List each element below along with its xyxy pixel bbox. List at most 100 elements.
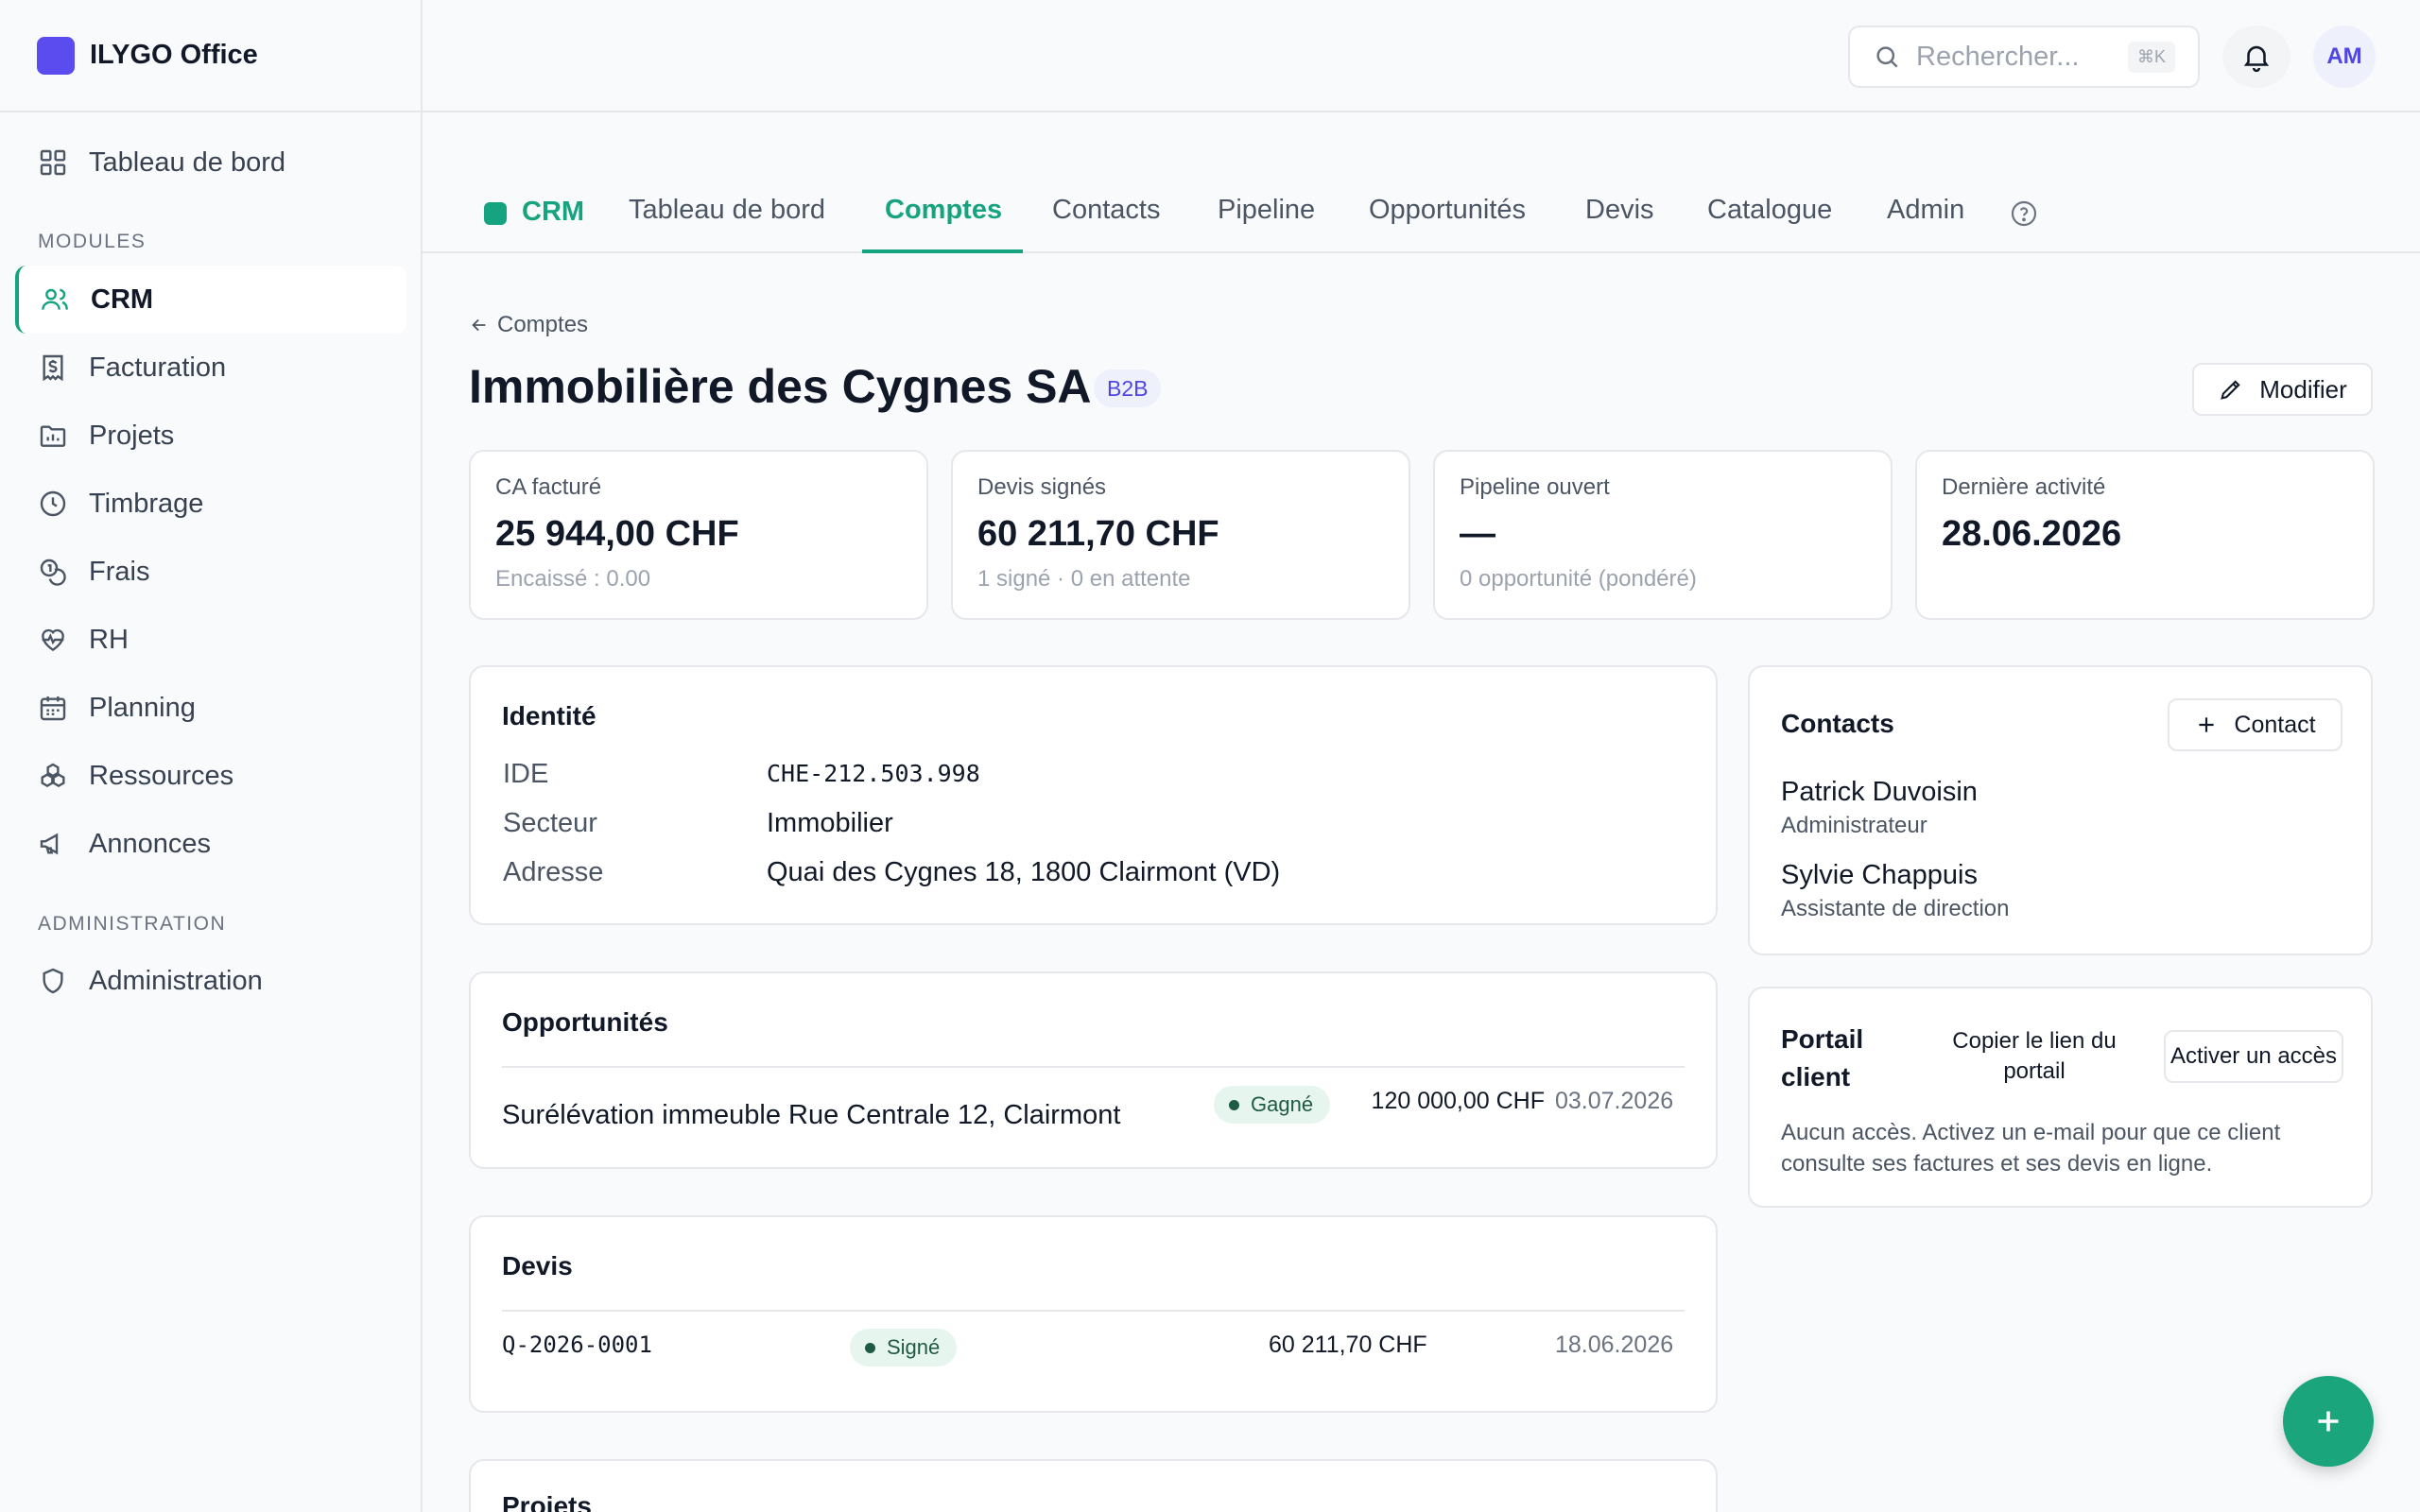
contacts-card: Contacts Contact Patrick Duvoisin Admini…	[1748, 665, 2373, 955]
opportunity-name[interactable]: Surélévation immeuble Rue Centrale 12, C…	[502, 1100, 1120, 1131]
sidebar-item-timbrage[interactable]: Timbrage	[15, 470, 406, 538]
boxes-icon	[38, 761, 68, 791]
stat-label: Dernière activité	[1942, 474, 2106, 500]
sidebar-item-administration[interactable]: Administration	[15, 947, 406, 1015]
stat-subtext: 0 opportunité (pondéré)	[1460, 566, 1697, 592]
section-label-administration: ADMINISTRATION	[38, 913, 227, 935]
sidebar-item-crm[interactable]: CRM	[15, 266, 406, 334]
field-label: Secteur	[503, 808, 597, 838]
copy-portal-link-button[interactable]: Copier le lien du portail	[1935, 1026, 2134, 1087]
avatar[interactable]: AM	[2313, 26, 2376, 88]
sidebar-item-label: CRM	[91, 284, 154, 315]
breadcrumb[interactable]: Comptes	[469, 312, 588, 338]
field-value-adresse: Quai des Cygnes 18, 1800 Clairmont (VD)	[767, 857, 1281, 887]
opportunities-card: Opportunités Surélévation immeuble Rue C…	[469, 971, 1718, 1169]
card-title: Devis	[502, 1251, 573, 1280]
stat-card-derniere-activite: Dernière activité 28.06.2026	[1915, 450, 2375, 620]
search-placeholder: Rechercher...	[1916, 41, 2080, 72]
sidebar-item-annonces[interactable]: Annonces	[15, 810, 406, 878]
grid-icon	[38, 147, 68, 178]
sidebar-item-frais[interactable]: Frais	[15, 538, 406, 606]
activate-access-button[interactable]: Activer un accès	[2164, 1030, 2343, 1083]
stat-subtext: 1 signé · 0 en attente	[977, 566, 1191, 592]
status-badge: Gagné	[1214, 1086, 1331, 1124]
sidebar-item-label: RH	[89, 624, 129, 655]
contact-name[interactable]: Sylvie Chappuis	[1781, 860, 1978, 891]
brand[interactable]: ILYGO Office	[0, 0, 421, 112]
sidebar-item-dashboard[interactable]: Tableau de bord	[15, 129, 406, 197]
card-title: Identité	[502, 701, 596, 730]
notifications-button[interactable]	[2222, 26, 2290, 88]
coins-icon	[38, 557, 68, 587]
sidebar-item-label: Administration	[89, 965, 263, 996]
contact-role: Assistante de direction	[1781, 896, 2010, 921]
divider	[502, 1066, 1685, 1068]
help-icon[interactable]	[2009, 198, 2039, 229]
sidebar-item-facturation[interactable]: Facturation	[15, 334, 406, 402]
sidebar-item-ressources[interactable]: Ressources	[15, 742, 406, 810]
tab-comptes[interactable]: Comptes	[885, 195, 1002, 253]
stat-label: Devis signés	[977, 474, 1107, 500]
sidebar-item-label: Facturation	[89, 352, 227, 383]
heart-pulse-icon	[38, 625, 68, 655]
arrow-left-icon	[469, 315, 490, 335]
sidebar-item-label: Frais	[89, 556, 150, 587]
add-contact-label: Contact	[2234, 712, 2316, 738]
sidebar-item-label: Projets	[89, 420, 175, 451]
stat-value: 28.06.2026	[1942, 514, 2122, 554]
edit-button[interactable]: Modifier	[2192, 363, 2373, 416]
client-portal-card: Portail client Copier le lien du portail…	[1748, 987, 2373, 1208]
opportunity-amount: 120 000,00 CHF	[1371, 1088, 1545, 1114]
card-title: Projets	[502, 1491, 592, 1512]
folder-chart-icon	[38, 421, 68, 451]
sidebar-item-label: Timbrage	[89, 488, 204, 519]
floating-add-button[interactable]	[2283, 1376, 2374, 1467]
crm-module-icon	[484, 202, 507, 225]
status-label: Signé	[887, 1335, 941, 1359]
sidebar-item-label: Ressources	[89, 760, 234, 791]
tab-opportunites[interactable]: Opportunités	[1369, 195, 1526, 253]
sidebar: ILYGO Office Tableau de bord MODULES CRM…	[0, 0, 423, 1512]
add-contact-button[interactable]: Contact	[2168, 698, 2342, 751]
field-value-secteur: Immobilier	[767, 808, 893, 838]
sidebar-item-label: Annonces	[89, 828, 211, 859]
projects-card: Projets	[469, 1459, 1718, 1512]
brand-logo	[37, 36, 75, 75]
status-dot	[865, 1342, 875, 1353]
tab-admin[interactable]: Admin	[1887, 195, 1964, 253]
contact-name[interactable]: Patrick Duvoisin	[1781, 777, 1978, 808]
calendar-icon	[38, 693, 68, 723]
identity-card: Identité IDE CHE-212.503.998 Secteur Imm…	[469, 665, 1718, 925]
stat-label: Pipeline ouvert	[1460, 474, 1610, 500]
tab-devis[interactable]: Devis	[1585, 195, 1654, 253]
tab-contacts[interactable]: Contacts	[1052, 195, 1160, 253]
quotes-card: Devis Q-2026-0001 Signé 60 211,70 CHF 18…	[469, 1215, 1718, 1413]
stat-subtext: Encaissé : 0.00	[495, 566, 651, 592]
app-name: ILYGO Office	[90, 40, 258, 70]
quote-amount: 60 211,70 CHF	[1269, 1332, 1427, 1358]
stat-card-devis-signes: Devis signés 60 211,70 CHF 1 signé · 0 e…	[951, 450, 1410, 620]
portal-note: Aucun accès. Activez un e-mail pour que …	[1781, 1120, 2281, 1177]
tab-pipeline[interactable]: Pipeline	[1218, 195, 1315, 253]
quote-number[interactable]: Q-2026-0001	[502, 1332, 652, 1358]
shield-icon	[38, 966, 68, 996]
plus-icon	[2311, 1404, 2345, 1438]
stat-label: CA facturé	[495, 474, 602, 500]
module-label[interactable]: CRM	[522, 197, 584, 255]
stat-value: —	[1460, 514, 1495, 554]
search-input[interactable]: Rechercher... ⌘K	[1848, 26, 2200, 88]
edit-label: Modifier	[2259, 374, 2347, 404]
field-label: Adresse	[503, 857, 604, 887]
stat-card-pipeline-ouvert: Pipeline ouvert — 0 opportunité (pondéré…	[1433, 450, 1893, 620]
status-label: Gagné	[1251, 1092, 1314, 1116]
invoice-icon	[38, 352, 68, 383]
status-dot	[1229, 1099, 1239, 1110]
pencil-icon	[2218, 376, 2244, 403]
sidebar-item-rh[interactable]: RH	[15, 606, 406, 674]
clock-icon	[38, 489, 68, 519]
tab-catalogue[interactable]: Catalogue	[1707, 195, 1832, 253]
account-type-badge: B2B	[1094, 369, 1162, 407]
sidebar-item-planning[interactable]: Planning	[15, 674, 406, 742]
sidebar-item-projets[interactable]: Projets	[15, 402, 406, 470]
tab-tableau-de-bord[interactable]: Tableau de bord	[629, 195, 825, 253]
